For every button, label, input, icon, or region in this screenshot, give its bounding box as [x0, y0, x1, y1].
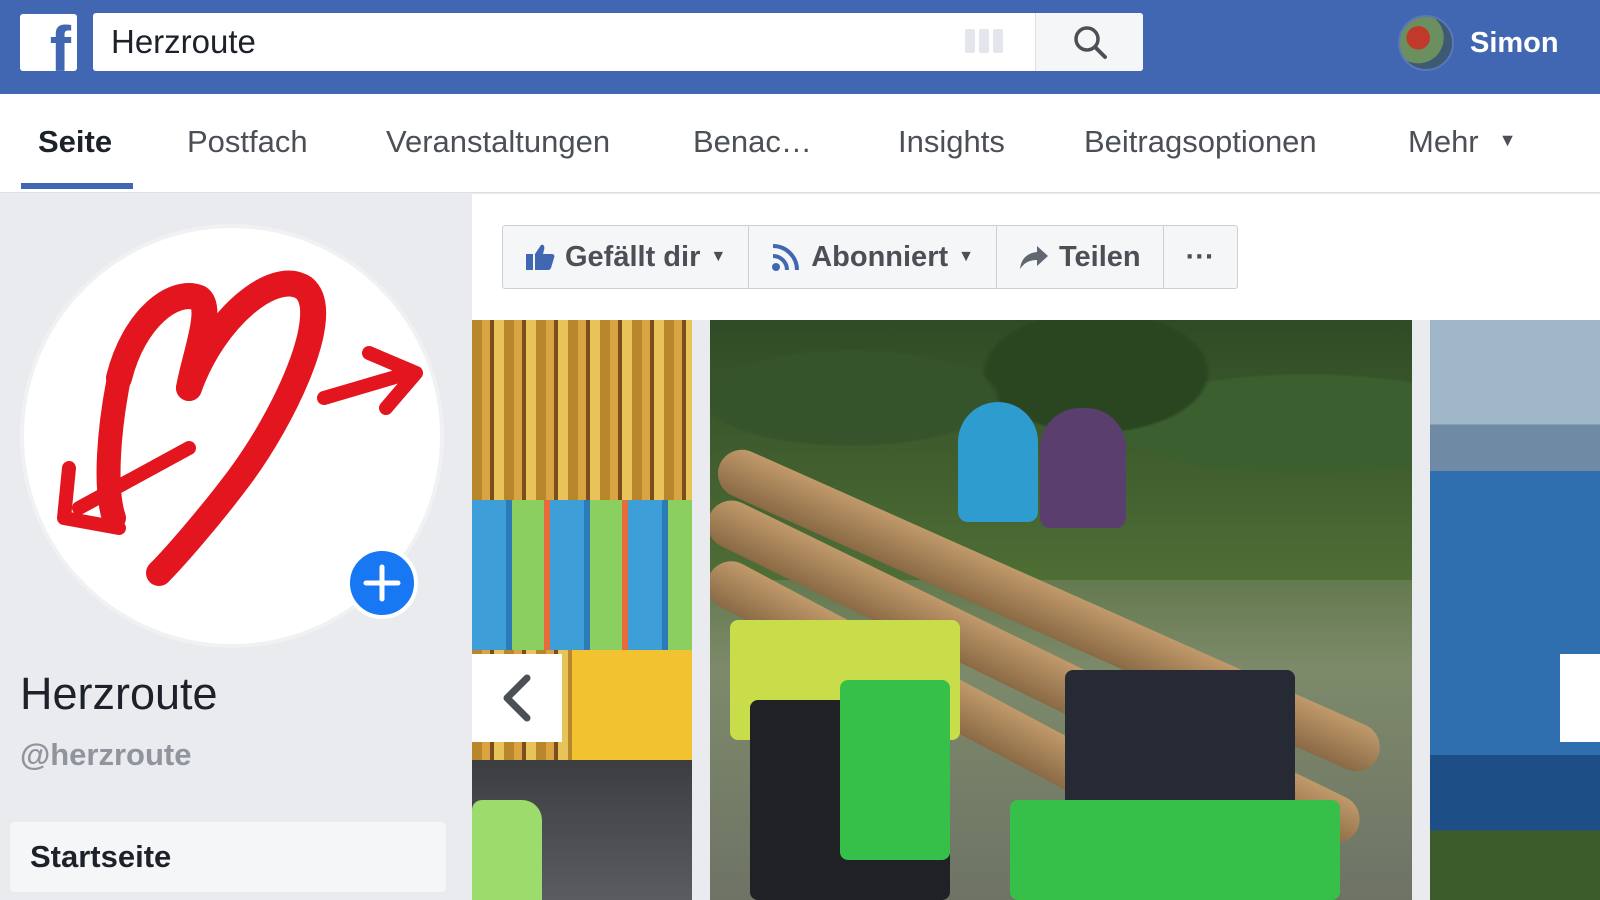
user-profile-link[interactable]: Simon	[1398, 14, 1559, 72]
add-story-button[interactable]	[346, 547, 418, 619]
facebook-logo-icon[interactable]: f	[20, 14, 77, 71]
search-input[interactable]	[93, 13, 1033, 71]
carousel-next-button[interactable]	[1560, 654, 1600, 742]
search-icon	[1073, 26, 1107, 59]
tab-benachrichtigungen[interactable]: Benac…	[693, 124, 812, 160]
photo-detail-person	[958, 402, 1038, 522]
more-dots-icon: ···	[1185, 240, 1215, 273]
like-label: Gefällt dir	[565, 240, 701, 273]
tab-seite[interactable]: Seite	[38, 124, 112, 160]
page-tabs: Seite Postfach Veranstaltungen Benac… In…	[0, 94, 1600, 193]
tab-mehr[interactable]: Mehr ▼	[1408, 124, 1516, 160]
page-action-bar: Gefällt dir ▼ Abonniert ▼ Teilen ···	[472, 194, 1600, 320]
photo-lake[interactable]	[1430, 320, 1600, 900]
top-bar: f Simon	[0, 0, 1600, 94]
thumbs-up-icon	[526, 244, 555, 270]
tab-mehr-label: Mehr	[1408, 124, 1479, 159]
share-label: Teilen	[1058, 240, 1141, 273]
photo-detail-pannier	[840, 680, 950, 860]
sidebar-item-startseite[interactable]: Startseite	[10, 822, 446, 892]
caret-down-icon: ▼	[1498, 130, 1517, 151]
chevron-left-icon	[503, 674, 531, 722]
photo-bikes-forest[interactable]	[710, 320, 1412, 900]
dropdown-arrow-icon: ▼	[958, 248, 974, 265]
tab-beitragsoptionen[interactable]: Beitragsoptionen	[1084, 124, 1317, 160]
plus-icon	[363, 564, 401, 602]
page-username[interactable]: @herzroute	[20, 737, 191, 773]
share-button[interactable]: Teilen	[997, 226, 1164, 288]
rss-icon	[772, 244, 800, 271]
page-actions: Gefällt dir ▼ Abonniert ▼ Teilen ···	[502, 225, 1238, 289]
tab-veranstaltungen[interactable]: Veranstaltungen	[386, 124, 610, 160]
search-button[interactable]	[1035, 13, 1143, 71]
active-tab-indicator	[21, 183, 133, 189]
dropdown-arrow-icon: ▼	[710, 248, 727, 265]
follow-label: Abonniert	[811, 240, 949, 273]
like-button[interactable]: Gefällt dir ▼	[503, 226, 750, 288]
photo-bookstore[interactable]	[472, 320, 692, 900]
search-box	[93, 13, 1143, 71]
photo-detail-person	[1040, 408, 1126, 528]
photo-detail-bag	[472, 800, 542, 900]
follow-button[interactable]: Abonniert ▼	[749, 226, 997, 288]
more-options-button[interactable]: ···	[1164, 226, 1237, 288]
avatar	[1398, 15, 1454, 71]
photo-detail-sign	[572, 650, 692, 760]
page-title: Herzroute	[20, 668, 218, 719]
user-name: Simon	[1470, 26, 1559, 59]
photo-detail-books	[472, 500, 692, 650]
share-arrow-icon	[1019, 246, 1048, 269]
carousel-prev-button[interactable]	[472, 654, 562, 742]
tab-postfach[interactable]: Postfach	[187, 124, 308, 160]
photo-detail-pannier	[1010, 800, 1340, 900]
keyboard-icon[interactable]	[965, 29, 1009, 53]
tab-insights[interactable]: Insights	[898, 124, 1005, 160]
